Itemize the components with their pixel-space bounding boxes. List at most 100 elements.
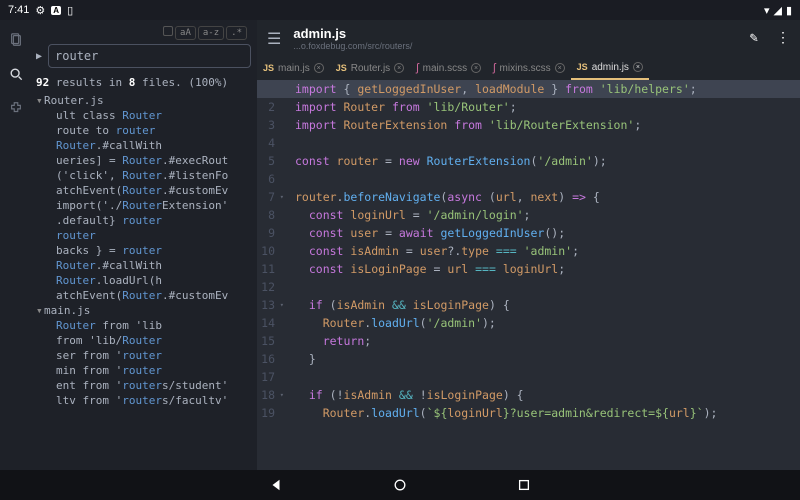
line-number: 4: [257, 134, 275, 152]
code-line[interactable]: import Router from 'lib/Router';: [281, 98, 800, 116]
signal-icon: ◢: [773, 4, 781, 17]
code-line[interactable]: router.beforeNavigate(async (url, next) …: [281, 188, 800, 206]
result-line[interactable]: Router from 'lib: [36, 318, 251, 333]
result-line[interactable]: route to router: [36, 123, 251, 138]
files-icon[interactable]: [8, 32, 24, 48]
result-line[interactable]: from 'lib/Router: [36, 333, 251, 348]
close-icon[interactable]: ×: [314, 63, 324, 73]
code-line[interactable]: [281, 368, 800, 386]
code-line[interactable]: const user = await getLoggedInUser();: [281, 224, 800, 242]
status-time: 7:41: [8, 4, 29, 16]
recent-button[interactable]: [517, 478, 531, 492]
line-number: 15: [257, 332, 275, 350]
search-panel: aA a-z .* ▶ 92 results in 8 files. (100%…: [32, 20, 257, 470]
back-button[interactable]: [269, 478, 283, 492]
tab-mixins.scss[interactable]: ʃmixins.scss×: [487, 56, 571, 80]
result-line[interactable]: ent from 'routers/student': [36, 378, 251, 393]
code-line[interactable]: import RouterExtension from 'lib/RouterE…: [281, 116, 800, 134]
code-line[interactable]: if (!isAdmin && !isLoginPage) {: [281, 386, 800, 404]
editor-pane: ☰ admin.js ...o.foxdebug.com/src/routers…: [257, 20, 800, 470]
code-line[interactable]: return;: [281, 332, 800, 350]
line-number: 16: [257, 350, 275, 368]
line-number: 18: [257, 386, 275, 404]
match-case-toggle[interactable]: aA: [175, 26, 196, 40]
tab-label: admin.js: [592, 62, 629, 73]
tab-Router.js[interactable]: JSRouter.js×: [330, 56, 410, 80]
tab-admin.js[interactable]: JSadmin.js×: [571, 56, 649, 80]
result-line[interactable]: min from 'router: [36, 363, 251, 378]
extensions-icon[interactable]: [8, 100, 24, 116]
whole-word-toggle[interactable]: a-z: [198, 26, 224, 40]
line-number: 10: [257, 242, 275, 260]
code-line[interactable]: const isLoginPage = url === loginUrl;: [281, 260, 800, 278]
result-line[interactable]: Router.loadUrl(h: [36, 273, 251, 288]
line-number: 2: [257, 98, 275, 116]
checkbox-icon[interactable]: [163, 26, 173, 36]
line-number: 7: [257, 188, 275, 206]
result-line[interactable]: Router.#callWith: [36, 258, 251, 273]
result-line[interactable]: atchEvent(Router.#customEv: [36, 288, 251, 303]
result-line[interactable]: ueries] = Router.#execRout: [36, 153, 251, 168]
battery-icon: ▮: [786, 4, 792, 17]
close-icon[interactable]: ×: [555, 63, 565, 73]
result-line[interactable]: router: [36, 228, 251, 243]
line-number: 6: [257, 170, 275, 188]
line-number: 11: [257, 260, 275, 278]
code-line[interactable]: Router.loadUrl(`${loginUrl}?user=admin&r…: [281, 404, 800, 422]
line-number: 12: [257, 278, 275, 296]
file-name: admin.js: [293, 26, 749, 41]
result-file[interactable]: ▾main.js: [36, 303, 251, 318]
code-line[interactable]: const loginUrl = '/admin/login';: [281, 206, 800, 224]
result-line[interactable]: ult class Router: [36, 108, 251, 123]
code-line[interactable]: if (isAdmin && isLoginPage) {: [281, 296, 800, 314]
code-line[interactable]: const isAdmin = user?.type === 'admin';: [281, 242, 800, 260]
result-line[interactable]: ser from 'router: [36, 348, 251, 363]
code-area[interactable]: 12345678910111213141516171819 import { g…: [257, 80, 800, 470]
file-path: ...o.foxdebug.com/src/routers/: [293, 41, 749, 51]
code-line[interactable]: import { getLoggedInUser, loadModule } f…: [281, 80, 800, 98]
result-line[interactable]: import('./RouterExtension': [36, 198, 251, 213]
activity-bar: [0, 20, 32, 470]
more-icon[interactable]: ⋮: [776, 30, 790, 46]
regex-toggle[interactable]: .*: [226, 26, 247, 40]
tab-main.js[interactable]: JSmain.js×: [257, 56, 330, 80]
result-line[interactable]: backs } = router: [36, 243, 251, 258]
close-icon[interactable]: ×: [394, 63, 404, 73]
close-icon[interactable]: ×: [471, 63, 481, 73]
line-number: 8: [257, 206, 275, 224]
result-line[interactable]: .default} router: [36, 213, 251, 228]
android-statusbar: 7:41 ⚙ A ▯ ▾ ◢ ▮: [0, 0, 800, 20]
result-line[interactable]: Router.#callWith: [36, 138, 251, 153]
edit-icon[interactable]: ✎: [750, 30, 758, 46]
result-line[interactable]: ('click', Router.#listenFo: [36, 168, 251, 183]
close-icon[interactable]: ×: [633, 62, 643, 72]
menu-icon[interactable]: ☰: [267, 29, 281, 48]
search-summary: 92 results in 8 files. (100%): [36, 76, 251, 89]
tab-label: mixins.scss: [500, 63, 551, 74]
search-icon[interactable]: [8, 66, 24, 82]
tab-label: Router.js: [351, 63, 390, 74]
editor-header: ☰ admin.js ...o.foxdebug.com/src/routers…: [257, 20, 800, 56]
line-number: 3: [257, 116, 275, 134]
code-line[interactable]: [281, 170, 800, 188]
search-input[interactable]: [48, 44, 251, 68]
line-number: 9: [257, 224, 275, 242]
code-line[interactable]: Router.loadUrl('/admin');: [281, 314, 800, 332]
tab-label: main.scss: [423, 63, 467, 74]
code-line[interactable]: }: [281, 350, 800, 368]
tab-main.scss[interactable]: ʃmain.scss×: [410, 56, 487, 80]
line-number: 17: [257, 368, 275, 386]
gear-icon: ⚙: [35, 4, 45, 17]
android-navbar: [0, 470, 800, 500]
result-line[interactable]: atchEvent(Router.#customEv: [36, 183, 251, 198]
line-number: 5: [257, 152, 275, 170]
search-expand-icon[interactable]: ▶: [36, 51, 42, 62]
code-line[interactable]: [281, 134, 800, 152]
result-line[interactable]: ltv from 'routers/facultv': [36, 393, 251, 408]
notification-icon: ▯: [67, 4, 73, 17]
result-file[interactable]: ▾Router.js: [36, 93, 251, 108]
code-line[interactable]: [281, 278, 800, 296]
code-line[interactable]: const router = new RouterExtension('/adm…: [281, 152, 800, 170]
line-number: 13: [257, 296, 275, 314]
home-button[interactable]: [393, 478, 407, 492]
